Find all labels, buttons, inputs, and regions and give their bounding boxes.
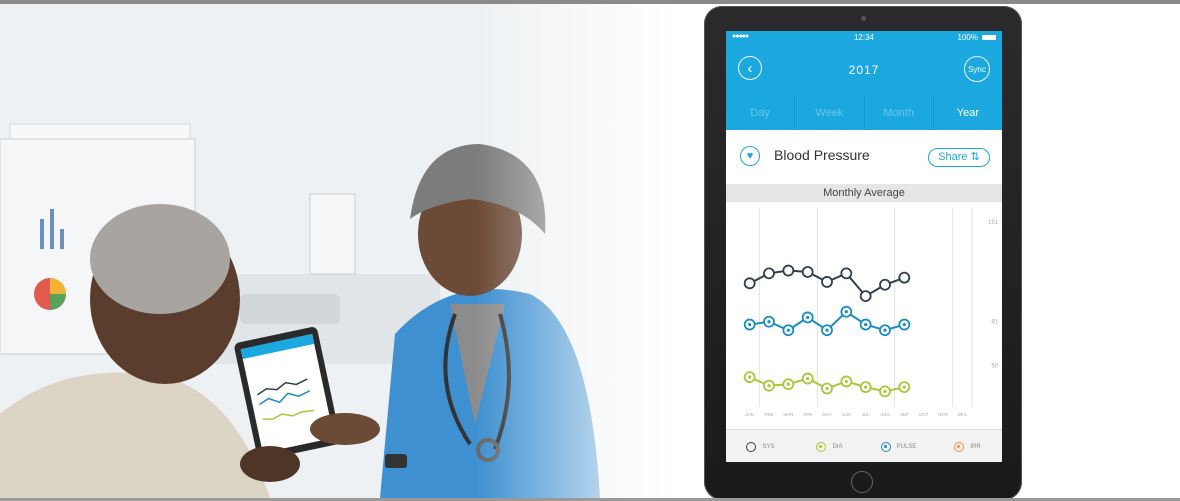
x-tick-label: NOV [938, 412, 948, 417]
x-tick-label: AUG [880, 412, 890, 417]
data-point-dot-pulse [786, 328, 790, 332]
status-bar: ●●●●● 12:34 100% [726, 33, 1002, 43]
chart-legend: SYS DIA PULSE IRR [726, 429, 1002, 462]
data-point-dot-dia [806, 376, 810, 381]
heart-icon: ♥ [740, 146, 760, 166]
tab-week[interactable]: Week [795, 96, 865, 130]
irr-marker-icon [954, 441, 965, 452]
data-point-dot-dia [767, 384, 771, 388]
data-point-dot-dia [902, 385, 906, 389]
x-tick-label: JAN [745, 412, 754, 417]
bp-chart: 151 81 50 JAN FEB MAR APR MAY JUN JUL AUG SEP OCT NOV… [726, 202, 1002, 427]
data-point-dot-pulse [883, 328, 887, 332]
data-point-dot-pulse [748, 322, 752, 327]
section-header: ♥ Blood Pressure Share ⇅ [726, 130, 1002, 182]
legend-label: IRR [970, 443, 981, 450]
legend-label: DIA [832, 443, 843, 450]
legend-label: PULSE [896, 443, 917, 450]
pulse-marker-icon [880, 441, 891, 452]
app-header: ●●●●● 12:34 100% ‹ 2017 Sync [726, 31, 1002, 96]
legend-item-irr[interactable]: IRR [933, 441, 1002, 452]
data-point-sys [879, 278, 891, 291]
data-point-sys [763, 267, 775, 280]
tab-year[interactable]: Year [934, 96, 1002, 130]
photo-illustration [0, 4, 680, 498]
camera-dot [861, 16, 866, 21]
data-point-sys [743, 277, 756, 290]
data-point-dot-dia [825, 386, 829, 391]
x-tick-label: OCT [919, 412, 929, 417]
legend-item-sys[interactable]: SYS [726, 441, 795, 452]
data-point-sys [801, 266, 814, 278]
data-point-dot-dia [864, 385, 868, 389]
data-point-dot-dia [786, 382, 790, 386]
x-tick-label: SEP [900, 412, 909, 417]
battery-percent: 100% [957, 33, 978, 42]
home-button[interactable] [851, 471, 873, 493]
x-tick-label: DEC [958, 412, 968, 417]
chart-canvas: 151 81 50 JAN FEB MAR APR MAY JUN JUL AUG SEP OCT NOV… [743, 208, 999, 417]
y-tick-label: 50 [991, 363, 998, 369]
sync-button[interactable]: Sync [964, 56, 990, 82]
data-point-sys [898, 271, 911, 284]
data-point-sys [821, 276, 833, 288]
data-point-dot-pulse [902, 322, 906, 327]
data-point-dot-dia [883, 389, 887, 393]
data-point-dot-pulse [864, 322, 868, 327]
section-title: Blood Pressure [774, 147, 870, 163]
battery-icon [982, 35, 996, 40]
x-tick-label: MAY [822, 412, 831, 417]
data-point-dot-pulse [767, 320, 771, 324]
doctor-patient-photo [0, 4, 680, 498]
data-point-dot-pulse [825, 328, 829, 332]
data-point-sys [840, 267, 853, 280]
chart-title: Monthly Average [726, 184, 1002, 202]
tab-month[interactable]: Month [865, 96, 934, 130]
tablet-device: ●●●●● 12:34 100% ‹ 2017 Sync Day Week Mo… [704, 6, 1022, 500]
y-tick-label: 151 [988, 220, 999, 226]
sys-marker-icon [746, 441, 757, 452]
x-tick-label: FEB [765, 412, 774, 417]
x-tick-label: JUN [842, 412, 851, 417]
data-point-dot-dia [844, 379, 848, 384]
legend-item-pulse[interactable]: PULSE [864, 441, 933, 452]
period-tabs: Day Week Month Year [726, 96, 1002, 130]
data-point-sys [782, 264, 795, 277]
x-tick-label: APR [803, 412, 813, 417]
tab-day[interactable]: Day [726, 96, 796, 130]
tablet-screen: ●●●●● 12:34 100% ‹ 2017 Sync Day Week Mo… [726, 31, 1002, 462]
data-point-sys [859, 290, 872, 303]
share-button[interactable]: Share ⇅ [928, 148, 990, 167]
x-tick-label: JUL [862, 412, 870, 417]
data-point-dot-pulse [844, 310, 848, 314]
sync-label: Sync [968, 64, 986, 74]
data-point-dot-dia [748, 375, 752, 379]
legend-item-dia[interactable]: DIA [795, 441, 864, 452]
x-tick-label: MAR [783, 412, 794, 417]
data-point-dot-pulse [806, 315, 810, 320]
legend-label: SYS [762, 443, 775, 450]
page-title: 2017 [848, 63, 880, 77]
y-tick-label: 81 [991, 319, 998, 325]
dia-marker-icon [816, 441, 827, 452]
